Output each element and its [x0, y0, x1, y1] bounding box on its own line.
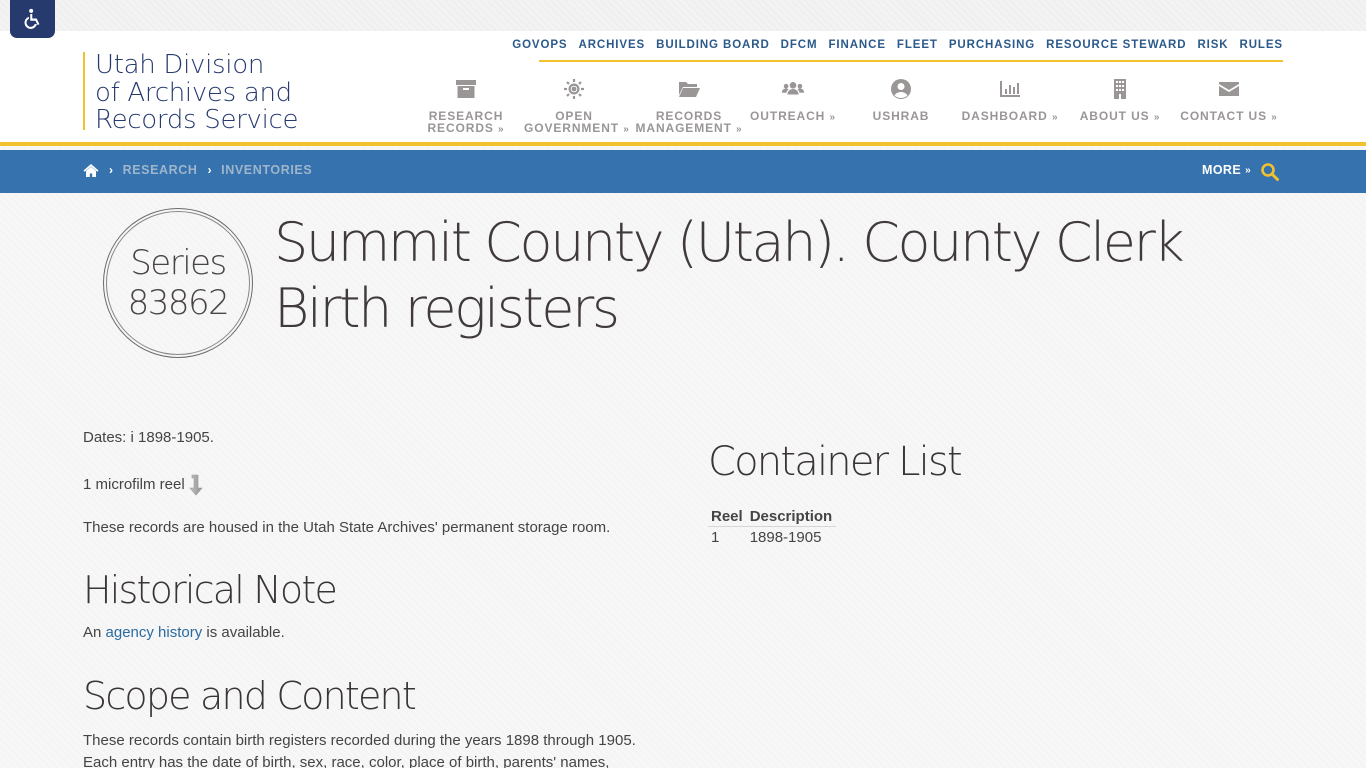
nav-records-management[interactable]: RECORDS MANAGEMENT » — [634, 78, 744, 136]
chevron-down-icon: » — [1051, 112, 1059, 123]
series-badge: Series 83862 — [103, 208, 253, 358]
util-link-resource-steward[interactable]: RESOURCE STEWARD — [1046, 38, 1186, 60]
cell-description: 1898-1905 — [749, 529, 822, 546]
building-icon — [1114, 79, 1126, 99]
storage-note: These records are housed in the Utah Sta… — [83, 519, 611, 536]
column-header-description: Description — [746, 506, 837, 527]
nav-label-line1: DASHBOARD — [961, 109, 1048, 123]
chevron-down-icon: » — [1271, 112, 1278, 123]
breadcrumb-separator: › — [109, 163, 114, 177]
top-strip — [0, 0, 1366, 31]
table-header-row: Reel Description — [708, 506, 837, 527]
cell-reel: 1 — [711, 529, 720, 546]
logo-line-2: of Archives and — [95, 77, 292, 108]
nav-label-line1: CONTACT US — [1180, 109, 1268, 123]
nav-label-line1: OUTREACH — [750, 109, 826, 123]
accessibility-button[interactable] — [10, 0, 55, 38]
breadcrumb-separator: › — [207, 163, 213, 177]
site-header: Utah Division of Archives and Records Se… — [0, 31, 1366, 146]
search-icon[interactable] — [1260, 162, 1280, 182]
util-link-purchasing[interactable]: PURCHASING — [949, 38, 1035, 60]
chevron-down-icon: » — [829, 112, 836, 123]
column-header-reel: Reel — [708, 506, 747, 527]
container-list-section: Container List Reel Description 1 1898-1… — [708, 439, 963, 546]
historical-note-text: An agency history is available. — [83, 623, 285, 643]
util-link-finance[interactable]: FINANCE — [829, 38, 886, 60]
historical-note-suffix: is available. — [202, 624, 285, 641]
chevron-down-icon: » — [623, 124, 630, 135]
util-link-rules[interactable]: RULES — [1240, 38, 1283, 60]
arrow-down-icon[interactable] — [189, 473, 205, 497]
envelope-icon — [1219, 82, 1239, 96]
breadcrumb-research[interactable]: RESEARCH — [123, 163, 198, 177]
historical-note-prefix: An — [83, 624, 106, 641]
logo-line-1: Utah Division — [95, 50, 265, 80]
nav-ushrab[interactable]: USHRAB — [866, 78, 936, 122]
scope-line-2: Each entry has the date of birth, sex, r… — [83, 754, 610, 768]
nav-label-line1: USHRAB — [872, 109, 930, 123]
nav-label-line2: GOVERNMENT — [524, 121, 620, 135]
nav-label-line2: MANAGEMENT — [635, 121, 732, 135]
dates-text: Dates: i 1898-1905. — [83, 429, 214, 446]
scope-line-1: These records contain birth registers re… — [83, 732, 636, 749]
extent-label: 1 microfilm reel — [83, 476, 185, 493]
archive-box-icon — [456, 80, 476, 98]
historical-note-heading: Historical Note — [83, 568, 338, 612]
chevron-down-icon: » — [736, 124, 743, 135]
nav-label-line2: RECORDS — [427, 121, 494, 135]
nav-open-government[interactable]: OPEN GOVERNMENT » — [524, 78, 629, 136]
sun-gear-icon — [564, 79, 584, 99]
main-nav: RESEARCH RECORDS » OPEN GOVERNMENT » REC… — [420, 78, 1290, 142]
breadcrumb-inventories[interactable]: INVENTORIES — [221, 163, 312, 177]
scope-content-heading: Scope and Content — [83, 674, 417, 718]
utility-nav: GOVOPS ARCHIVES BUILDING BOARD DFCM FINA… — [512, 38, 1283, 62]
nav-outreach[interactable]: OUTREACH » — [748, 78, 838, 124]
util-link-fleet[interactable]: FLEET — [897, 38, 938, 60]
home-icon[interactable] — [83, 163, 99, 177]
wheelchair-icon — [23, 8, 39, 29]
more-menu-button[interactable]: MORE » — [1202, 163, 1251, 177]
more-label: MORE — [1202, 163, 1242, 177]
page-title: Summit County (Utah). County Clerk Birth… — [274, 211, 1185, 340]
table-row: 1 1898-1905 — [708, 527, 836, 548]
folder-open-icon — [679, 82, 700, 97]
extent-text: 1 microfilm reel — [83, 473, 205, 497]
breadcrumb: › RESEARCH › INVENTORIES — [83, 163, 312, 177]
chevron-down-icon: » — [1245, 164, 1252, 176]
nav-research-records[interactable]: RESEARCH RECORDS » — [426, 78, 506, 136]
chevron-down-icon: » — [1153, 112, 1161, 123]
users-icon — [781, 81, 805, 95]
scope-content-text: These records contain birth registers re… — [83, 730, 673, 768]
nav-label-line1: ABOUT US — [1079, 109, 1150, 123]
site-logo[interactable]: Utah Division of Archives and Records Se… — [83, 50, 299, 134]
nav-contact-us[interactable]: CONTACT US » — [1178, 78, 1280, 124]
user-circle-icon — [891, 79, 911, 99]
bar-chart-icon — [1000, 81, 1020, 97]
container-list-heading: Container List — [708, 439, 963, 485]
nav-about-us[interactable]: ABOUT US » — [1078, 78, 1162, 124]
series-number: 83862 — [127, 283, 230, 323]
util-link-dfcm[interactable]: DFCM — [781, 38, 818, 60]
util-link-risk[interactable]: RISK — [1197, 38, 1228, 60]
container-table: Reel Description 1 1898-1905 — [708, 506, 837, 548]
util-link-govops[interactable]: GOVOPS — [512, 38, 567, 60]
series-label: Series — [130, 243, 227, 283]
util-link-building-board[interactable]: BUILDING BOARD — [656, 38, 770, 60]
util-link-archives[interactable]: ARCHIVES — [578, 38, 645, 60]
agency-history-link[interactable]: agency history — [106, 624, 203, 641]
sub-navigation-bar: › RESEARCH › INVENTORIES MORE » — [0, 150, 1366, 193]
nav-dashboard[interactable]: DASHBOARD » — [960, 78, 1060, 124]
logo-line-3: Records Service — [95, 105, 299, 135]
chevron-down-icon: » — [498, 124, 505, 135]
